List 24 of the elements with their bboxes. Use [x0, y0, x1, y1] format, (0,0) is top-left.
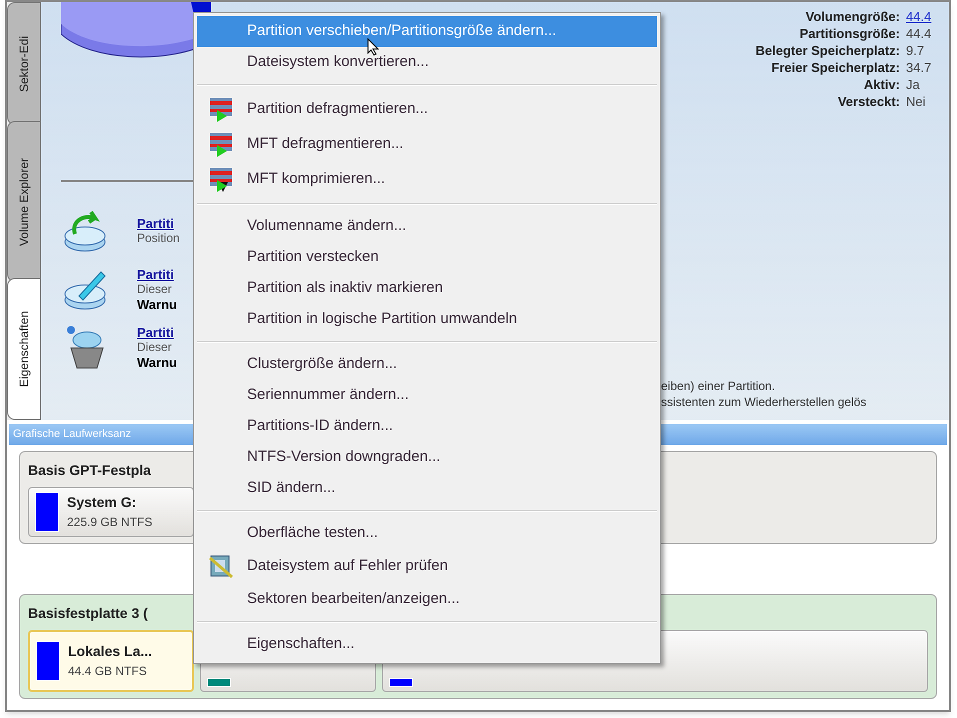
- property-label: Versteckt:: [836, 93, 901, 110]
- property-value: Ja: [906, 76, 920, 93]
- partition-name: System G:: [67, 493, 138, 512]
- partition-name: Lokales La...: [68, 642, 152, 661]
- property-value: 44.4: [906, 25, 932, 42]
- disk-title: Basisfestplatte 3 (: [28, 604, 148, 623]
- property-value: Nei: [906, 93, 926, 110]
- action-description: Dieser: [137, 340, 173, 354]
- property-value: 9.7: [906, 42, 924, 59]
- description-text: eiben) einer Partition.: [661, 378, 776, 394]
- action-description: Warnu: [137, 354, 177, 370]
- property-label: Partitionsgröße:: [798, 25, 901, 42]
- action-description: Position: [137, 231, 180, 246]
- property-label: Volumengröße:: [804, 8, 901, 25]
- disk-title: Basis GPT-Festpla: [28, 461, 151, 480]
- property-label: Freier Speicherplatz:: [770, 59, 901, 76]
- description-text: ssistenten zum Wiederherstellen gelös: [661, 394, 868, 410]
- property-value: 34.7: [906, 59, 932, 76]
- property-label: Belegter Speicherplatz:: [754, 42, 901, 59]
- action-description: Dieser: [137, 282, 173, 296]
- property-label: Aktiv:: [862, 76, 901, 93]
- action-description: Warnu: [137, 296, 177, 312]
- partition-size: 225.9 GB NTFS: [67, 514, 152, 531]
- partition-size: 44.4 GB NTFS: [68, 663, 148, 680]
